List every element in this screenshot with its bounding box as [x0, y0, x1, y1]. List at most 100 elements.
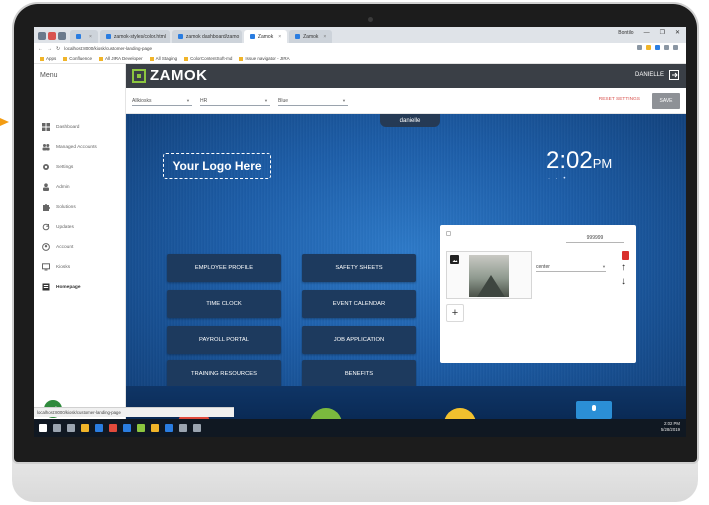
- add-widget-button[interactable]: +: [446, 304, 464, 322]
- maximize-icon[interactable]: ❐: [660, 29, 665, 36]
- tile-job-application[interactable]: JOB APPLICATION: [302, 326, 416, 354]
- menu-icon[interactable]: [673, 45, 678, 50]
- extension-icon[interactable]: [646, 45, 651, 50]
- reload-icon[interactable]: ↻: [56, 46, 60, 52]
- kiosk-select-value: Allkiosks: [132, 97, 152, 104]
- tab-favicon-icon: [177, 34, 183, 39]
- webcam: [368, 17, 373, 22]
- sidebar: Menu Dashboard Managed Accounts Settings…: [34, 64, 126, 419]
- star-icon[interactable]: [637, 45, 642, 50]
- sidebar-item-solutions[interactable]: Solutions: [42, 200, 76, 214]
- tile-payroll-portal[interactable]: PAYROLL PORTAL: [167, 326, 281, 354]
- close-window-icon[interactable]: ✕: [675, 29, 680, 36]
- trash-icon[interactable]: [622, 251, 629, 260]
- sidebar-item-managed-accounts[interactable]: Managed Accounts: [42, 140, 97, 154]
- tile-employee-profile[interactable]: EMPLOYEE PROFILE: [167, 254, 281, 282]
- task-view-icon[interactable]: [67, 424, 75, 432]
- bookmark[interactable]: Apps: [40, 56, 56, 61]
- homepage-icon: [42, 283, 50, 291]
- color-select-value: Blue: [278, 97, 289, 104]
- search-icon[interactable]: [53, 424, 61, 432]
- app-icon[interactable]: [165, 424, 173, 432]
- users-icon: [42, 143, 50, 151]
- color-code-input[interactable]: 999999: [566, 233, 624, 243]
- app-icon[interactable]: [179, 424, 187, 432]
- logout-icon[interactable]: [669, 70, 680, 80]
- sidebar-item-homepage[interactable]: Homepage: [42, 280, 81, 294]
- bookmark[interactable]: Issue navigator - JIRA: [239, 56, 290, 61]
- bookmark[interactable]: All JIRA Developer: [99, 56, 143, 61]
- bookmark-icon: [63, 56, 68, 61]
- logo-placeholder[interactable]: Your Logo Here: [163, 153, 271, 179]
- app-icon[interactable]: [109, 424, 117, 432]
- browser-tab-active[interactable]: Zamok ×: [243, 30, 288, 43]
- bookmarks-bar: Apps Confluence All JIRA Developer All S…: [34, 54, 686, 64]
- tile-event-calendar[interactable]: EVENT CALENDAR: [302, 290, 416, 318]
- theme-select[interactable]: HR ▼: [200, 96, 270, 106]
- sidebar-item-label: Managed Accounts: [56, 144, 97, 150]
- url-field[interactable]: localhost:8000/kiosk/customer-landing-pa…: [64, 46, 152, 51]
- arrow-down-icon[interactable]: ↓: [621, 277, 626, 287]
- settings-toolbar: Allkiosks ▼ HR ▼ Blue ▼ RESET SETTINGS SAVE: [126, 88, 686, 114]
- color-select[interactable]: Blue ▼: [278, 96, 348, 106]
- image-icon: [450, 255, 459, 264]
- alignment-select[interactable]: center ▼: [536, 262, 606, 272]
- folder-icon[interactable]: [81, 424, 89, 432]
- app-icon[interactable]: [123, 424, 131, 432]
- drag-handle-icon[interactable]: [446, 231, 451, 236]
- browser-tab[interactable]: zamok dashboard/zamo×: [171, 30, 242, 43]
- widget-editor-panel: 999999 center ▼ ↑ ↓ +: [440, 225, 636, 363]
- arrow-up-icon[interactable]: ↑: [621, 263, 626, 273]
- info-icon: [592, 405, 596, 411]
- tab-close-icon[interactable]: ×: [323, 34, 326, 40]
- bookmark[interactable]: ColorContentSoft-md: [184, 56, 232, 61]
- tile-time-clock[interactable]: TIME CLOCK: [167, 290, 281, 318]
- browser-tab[interactable]: Zamok ×: [289, 30, 333, 43]
- reset-settings-button[interactable]: RESET SETTINGS: [599, 97, 640, 102]
- sidebar-item-updates[interactable]: Updates: [42, 220, 74, 234]
- sidebar-item-account[interactable]: Account: [42, 240, 73, 254]
- browser-tab[interactable]: ×: [70, 30, 98, 43]
- tile-training-resources[interactable]: TRAINING RESOURCES: [167, 360, 281, 388]
- kiosk-select[interactable]: Allkiosks ▼: [132, 96, 192, 106]
- kiosk-preview: danielle Your Logo Here 2:02PM · · • EMP…: [126, 114, 686, 419]
- brand-logo[interactable]: ZAMOK: [132, 67, 208, 84]
- tab-favicon-icon: [249, 34, 255, 39]
- sidebar-item-dashboard[interactable]: Dashboard: [42, 120, 79, 134]
- sidebar-item-kiosks[interactable]: Kiosks: [42, 260, 70, 274]
- browser-tab[interactable]: zamok-styles/color.html×: [99, 30, 170, 43]
- bookmark[interactable]: All Staging: [149, 56, 177, 61]
- chrome-icon[interactable]: [151, 424, 159, 432]
- admin-icon: [42, 183, 50, 191]
- kiosk-name-tab: danielle: [380, 114, 440, 127]
- tab-favicon-icon: [105, 34, 111, 39]
- tile-safety-sheets[interactable]: SAFETY SHEETS: [302, 254, 416, 282]
- taskbar-date: 5/28/2019: [660, 427, 680, 432]
- app-icon[interactable]: [193, 424, 201, 432]
- sidebar-item-admin[interactable]: Admin: [42, 180, 70, 194]
- minimize-icon[interactable]: —: [644, 30, 650, 36]
- extension-icon[interactable]: [664, 45, 669, 50]
- tab-close-icon[interactable]: ×: [89, 34, 92, 40]
- sidebar-item-settings[interactable]: Settings: [42, 160, 73, 174]
- extension-icon[interactable]: [655, 45, 660, 50]
- back-icon[interactable]: ←: [38, 46, 43, 52]
- save-button[interactable]: SAVE: [652, 93, 680, 109]
- image-widget-card[interactable]: [446, 251, 532, 299]
- app-icon[interactable]: [137, 424, 145, 432]
- sidebar-item-label: Settings: [56, 164, 74, 170]
- bookmark-icon: [184, 56, 189, 61]
- address-bar: ← → ↻ localhost:8000/kiosk/customer-land…: [34, 43, 686, 54]
- taskbar-clock[interactable]: 2:02 PM 5/28/2019: [661, 421, 680, 433]
- start-icon[interactable]: [39, 424, 47, 432]
- tile-benefits[interactable]: BENEFITS: [302, 360, 416, 388]
- current-user[interactable]: DANIELLE: [635, 72, 664, 78]
- alignment-select-value: center: [536, 263, 550, 270]
- tab-close-icon[interactable]: ×: [278, 34, 281, 40]
- footer-info-button[interactable]: [576, 401, 612, 419]
- forward-icon[interactable]: →: [47, 46, 52, 52]
- bookmark[interactable]: Confluence: [63, 56, 92, 61]
- app-icon[interactable]: [95, 424, 103, 432]
- extension-icons: [637, 45, 678, 50]
- sidebar-item-label: Account: [56, 244, 74, 250]
